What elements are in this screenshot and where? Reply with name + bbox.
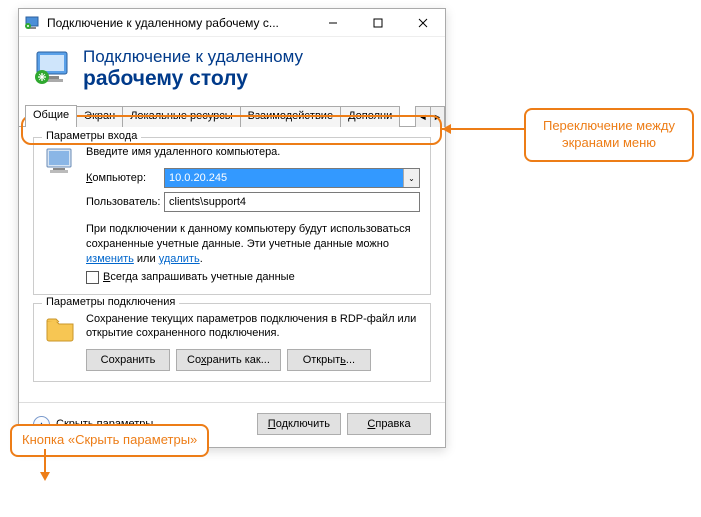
connection-legend: Параметры подключения (42, 296, 179, 308)
tab-scroll-right[interactable]: ► (430, 107, 444, 127)
callout-tabs-line2: экранами меню (540, 135, 678, 152)
login-legend: Параметры входа (42, 130, 141, 142)
tab-scroll: ◄ ► (415, 106, 445, 127)
dialog-header: Подключение к удаленному рабочему столу (19, 37, 445, 105)
always-ask-label: Всегда запрашивать учетные данные (103, 271, 295, 283)
tab-advanced[interactable]: Дополни (340, 106, 400, 127)
computer-combo[interactable]: ⌄ (164, 168, 420, 188)
header-text: Подключение к удаленному рабочему столу (83, 47, 303, 91)
arrow-head-down-icon (40, 472, 50, 481)
computer-icon (44, 146, 76, 178)
header-line2: рабочему столу (83, 67, 303, 91)
connect-button[interactable]: Подключить (257, 413, 341, 435)
always-ask-checkbox[interactable] (86, 271, 99, 284)
help-button[interactable]: Справка (347, 413, 431, 435)
maximize-button[interactable] (355, 9, 400, 37)
login-instruction: Введите имя удаленного компьютера. (86, 146, 420, 158)
close-button[interactable] (400, 9, 445, 37)
tab-scroll-left[interactable]: ◄ (416, 107, 430, 127)
user-label: Пользователь: (86, 196, 164, 208)
tab-general[interactable]: Общие (25, 105, 77, 127)
computer-input[interactable] (165, 169, 403, 187)
save-as-button[interactable]: Сохранить как... (176, 349, 281, 371)
callout-hide-button: Кнопка «Скрыть параметры» (10, 424, 209, 457)
app-icon (25, 15, 41, 31)
delete-credentials-link[interactable]: удалить (159, 253, 200, 265)
tab-experience[interactable]: Взаимодействие (240, 106, 341, 127)
tab-display[interactable]: Экран (76, 106, 123, 127)
credentials-note: При подключении к данному компьютеру буд… (86, 222, 420, 267)
arrow-to-tabs (442, 128, 524, 130)
header-line1: Подключение к удаленному (83, 47, 303, 67)
connection-fieldset: Параметры подключения Сохранение текущих… (33, 303, 431, 383)
callout-tabs: Переключение между экранами меню (524, 108, 694, 162)
folder-icon (44, 312, 76, 344)
window-title: Подключение к удаленному рабочему с... (47, 16, 310, 30)
tab-body: Параметры входа Введите имя удаленного к… (19, 127, 445, 402)
login-fieldset: Параметры входа Введите имя удаленного к… (33, 137, 431, 295)
minimize-button[interactable] (310, 9, 355, 37)
open-button[interactable]: Открыть... (287, 349, 371, 371)
computer-label: Компьютер: (86, 172, 164, 184)
save-button[interactable]: Сохранить (86, 349, 170, 371)
user-input[interactable] (164, 192, 420, 212)
tab-local-resources[interactable]: Локальные ресурсы (122, 106, 240, 127)
tab-strip: Общие Экран Локальные ресурсы Взаимодейс… (19, 105, 445, 127)
connection-text: Сохранение текущих параметров подключени… (86, 312, 420, 342)
callout-tabs-line1: Переключение между (540, 118, 678, 135)
rdp-dialog: Подключение к удаленному рабочему с... (18, 8, 446, 448)
edit-credentials-link[interactable]: изменить (86, 253, 134, 265)
combo-dropdown-icon[interactable]: ⌄ (403, 169, 419, 187)
rdp-icon (33, 49, 73, 89)
titlebar: Подключение к удаленному рабочему с... (19, 9, 445, 37)
